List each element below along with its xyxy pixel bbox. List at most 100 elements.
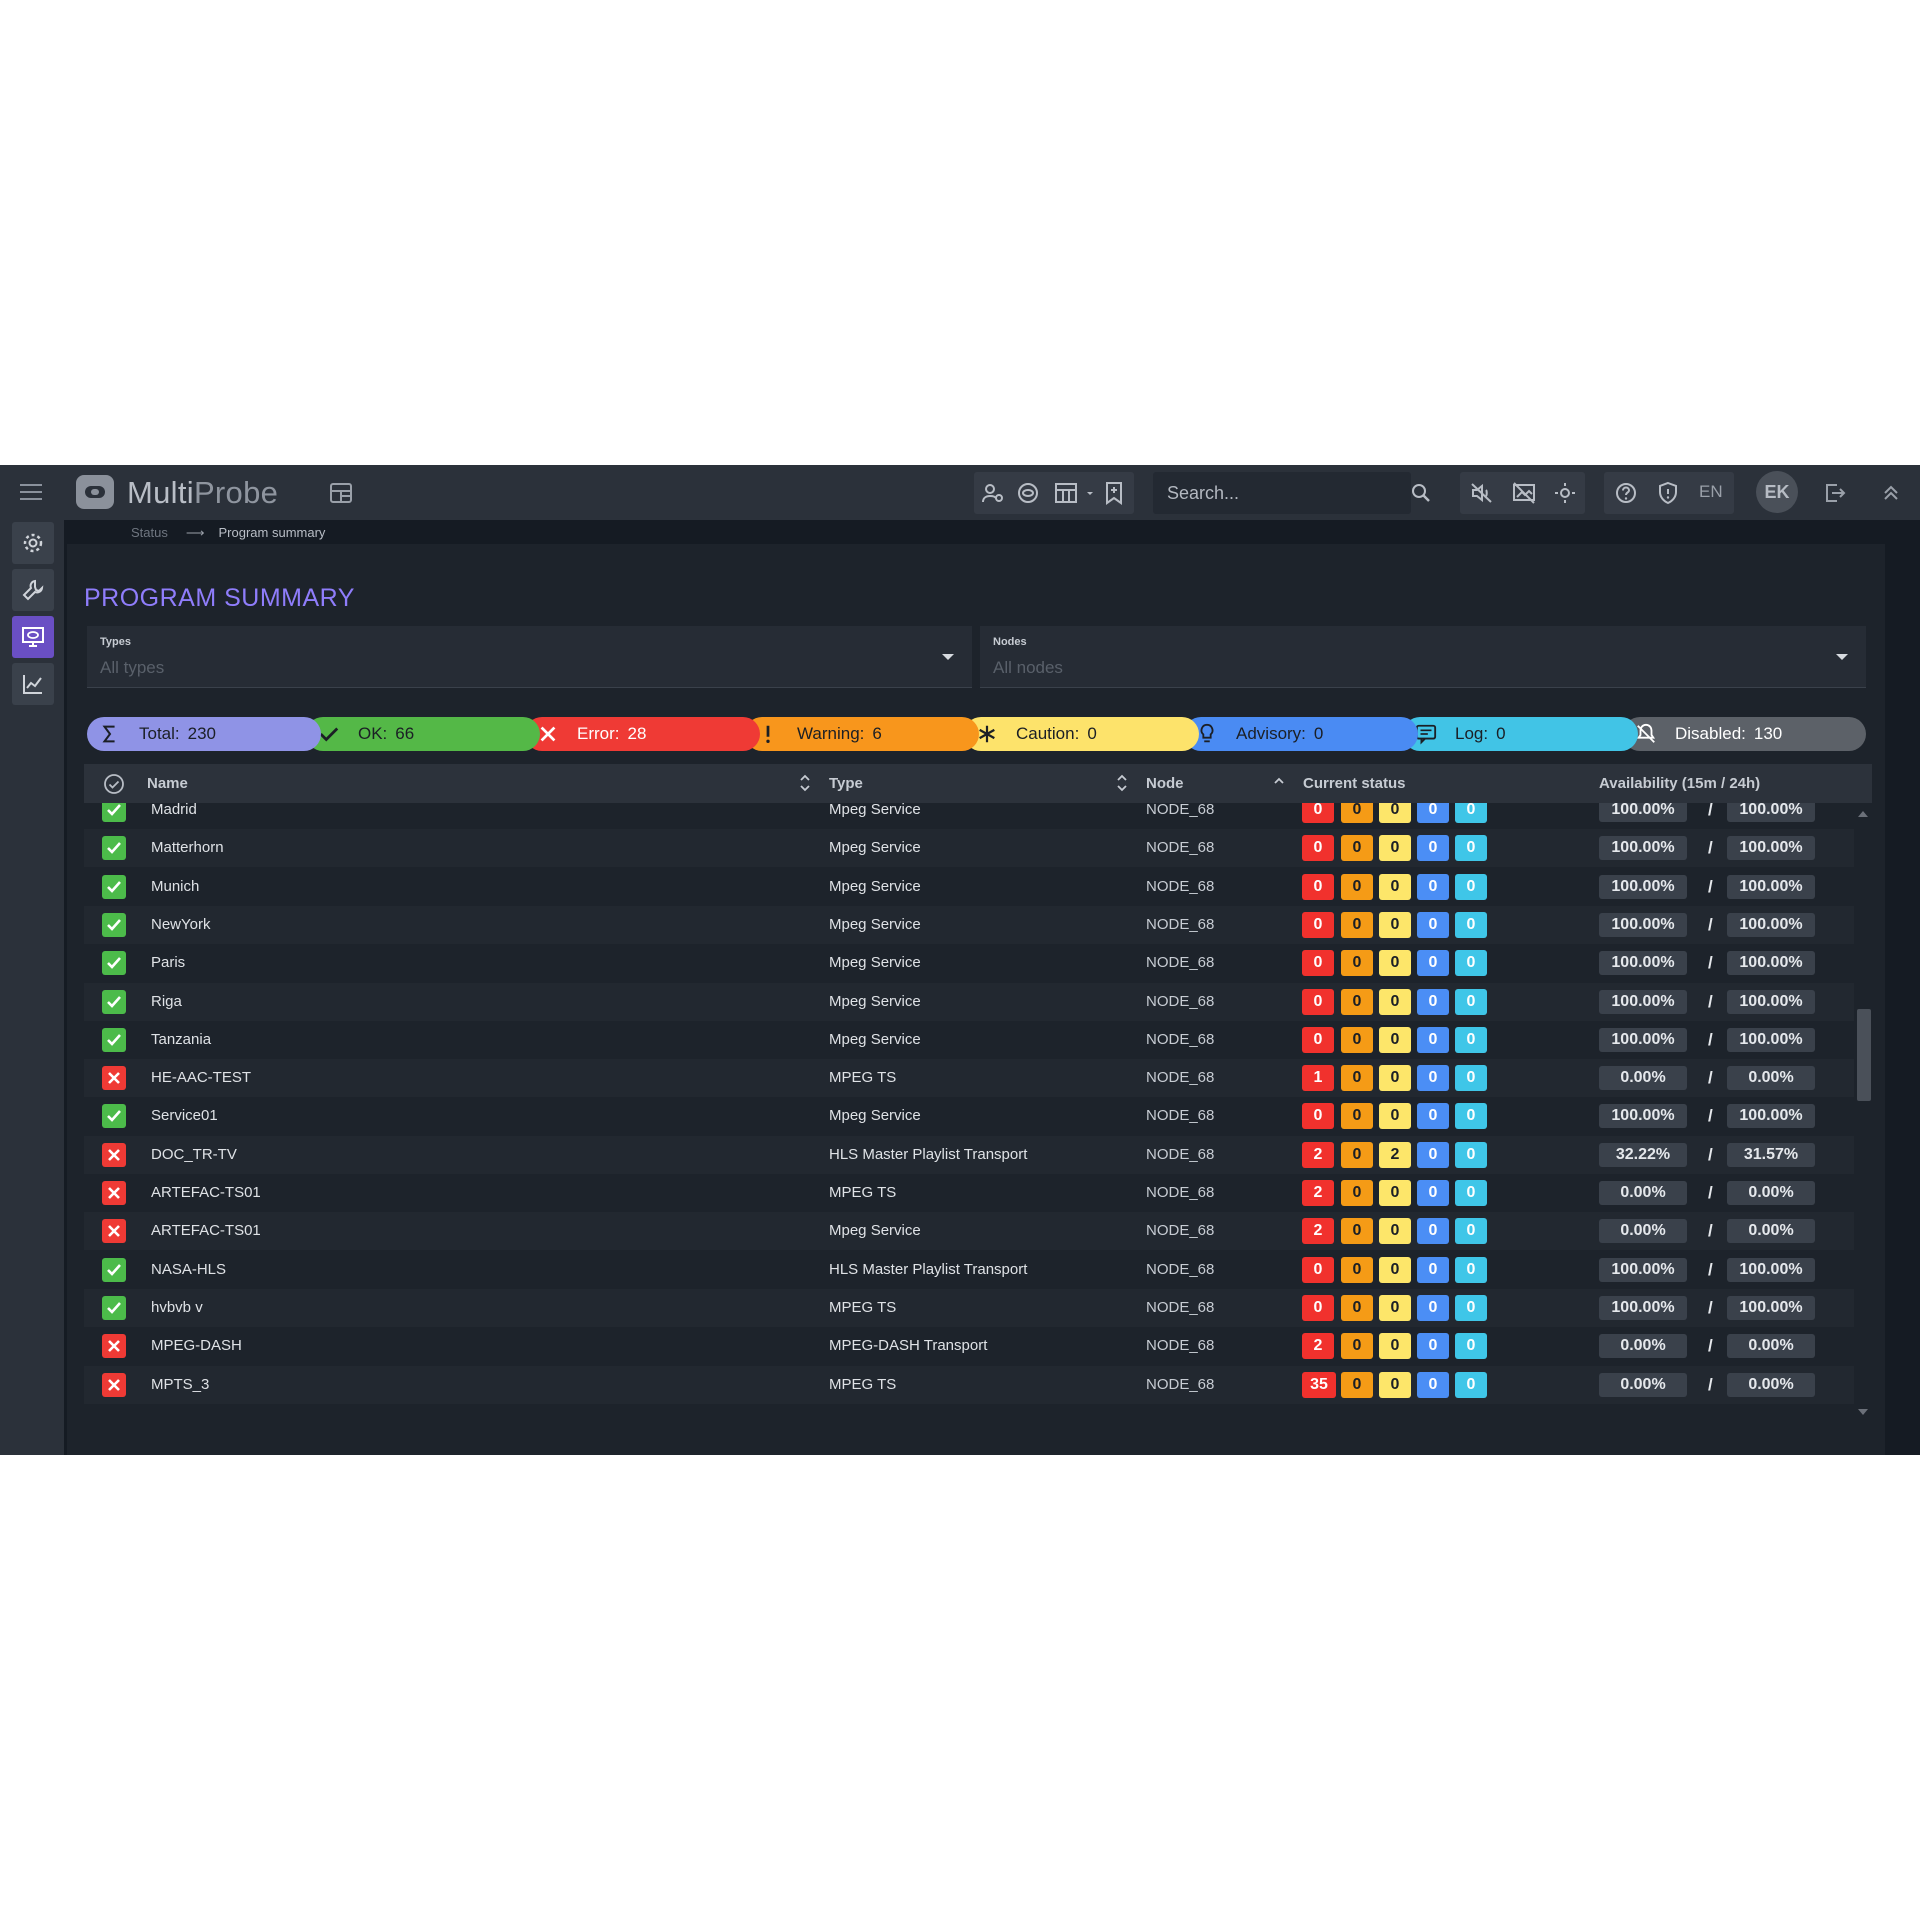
status-count-badge: 35 [1302, 1371, 1336, 1398]
status-ok-check-icon[interactable] [102, 989, 126, 1014]
table-row[interactable]: NASA-HLS HLS Master Playlist Transport NOD… [84, 1251, 1854, 1289]
select-all-check-icon[interactable] [102, 772, 126, 796]
status-error-x-icon[interactable] [102, 1066, 126, 1091]
chevron-double-up-icon[interactable] [1879, 481, 1903, 505]
table-row[interactable]: MPTS_3 MPEG TS NODE_68 35 0 0 0 0 0.00%/0.00% [84, 1365, 1854, 1404]
status-filter-log[interactable]: Log: 0 [1403, 717, 1638, 751]
row-node: NODE_68 [1146, 1030, 1215, 1048]
table-scrollbar[interactable] [1854, 803, 1872, 1424]
availability-separator: / [1708, 1106, 1713, 1126]
sort-node-ascending-icon[interactable] [1272, 772, 1286, 794]
status-count-badge: 0 [1455, 950, 1487, 977]
status-filter-total[interactable]: Total: 230 [87, 717, 321, 751]
status-filter-error[interactable]: Error: 28 [525, 717, 760, 751]
status-error-x-icon[interactable] [102, 1372, 126, 1397]
mute-sound-icon[interactable] [1470, 481, 1494, 505]
table-row[interactable]: DOC_TR-TV HLS Master Playlist Transport NO… [84, 1135, 1854, 1174]
status-label-total: Total: [139, 724, 180, 743]
status-label-ok: OK: [358, 724, 388, 743]
eye-target-icon[interactable] [1016, 481, 1040, 505]
table-row[interactable]: Munich Mpeg Service NODE_68 0 0 0 0 0 100.00%/10… [84, 868, 1854, 906]
status-count-badge: 0 [1417, 1294, 1449, 1321]
brightness-icon[interactable] [1553, 481, 1577, 505]
status-error-x-icon[interactable] [102, 1334, 126, 1359]
status-ok-check-icon[interactable] [102, 1104, 126, 1129]
table-row[interactable]: Service01 Mpeg Service NODE_68 0 0 0 0 0 100.00%… [84, 1097, 1854, 1135]
logout-icon[interactable] [1823, 481, 1847, 505]
table-row[interactable]: MPEG-DASH MPEG-DASH Transport NODE_68 2 0 0 0 0… [84, 1327, 1854, 1365]
language-selector[interactable]: EN [1699, 482, 1723, 502]
status-filter-warning[interactable]: Warning: 6 [745, 717, 979, 751]
status-error-x-icon[interactable] [102, 1181, 126, 1205]
dashboard-icon[interactable] [328, 481, 354, 505]
scroll-up-icon[interactable] [1858, 811, 1868, 817]
bookmark-add-icon[interactable] [1102, 481, 1126, 505]
availability-separator: / [1708, 838, 1713, 858]
search-icon[interactable] [1409, 481, 1433, 505]
status-ok-check-icon[interactable] [102, 803, 126, 822]
types-filter[interactable]: Types All types [87, 626, 972, 688]
user-avatar[interactable]: EK [1756, 471, 1798, 513]
scroll-down-icon[interactable] [1858, 1409, 1868, 1415]
sort-type-icon[interactable] [1115, 772, 1129, 794]
user-settings-icon[interactable] [981, 481, 1005, 505]
row-type: HLS Master Playlist Transport [829, 1145, 1028, 1163]
sidebar-item-monitoring[interactable] [12, 616, 54, 658]
help-icon[interactable] [1614, 481, 1638, 505]
table-row[interactable]: hvbvb v MPEG TS NODE_68 0 0 0 0 0 100.00%/100.00… [84, 1288, 1854, 1327]
status-count-badge: 0 [1417, 1065, 1449, 1092]
table-row[interactable]: NewYork Mpeg Service NODE_68 0 0 0 0 0 100.00%/1… [84, 905, 1854, 944]
row-name: Tanzania [151, 1030, 212, 1048]
status-error-x-icon[interactable] [102, 1219, 126, 1244]
status-count-badge: 0 [1341, 1180, 1373, 1206]
sidebar-item-tools[interactable] [12, 569, 54, 611]
status-filter-ok[interactable]: OK: 66 [306, 717, 540, 751]
hide-alerts-icon[interactable] [1512, 481, 1536, 505]
table-dropdown-caret-icon[interactable] [1078, 481, 1093, 505]
sidebar-item-analytics[interactable] [12, 663, 54, 705]
shield-icon[interactable] [1656, 481, 1680, 505]
availability-15m: 100.00% [1599, 1295, 1687, 1320]
table-row[interactable]: Madrid Mpeg Service NODE_68 0 0 0 0 0 100.00%/10… [84, 803, 1854, 829]
status-error-x-icon[interactable] [102, 1142, 126, 1167]
availability-separator: / [1708, 1297, 1713, 1317]
availability-separator: / [1708, 1029, 1713, 1049]
status-ok-check-icon[interactable] [102, 874, 126, 899]
status-filter-caution[interactable]: Caution: 0 [964, 717, 1199, 751]
status-ok-check-icon[interactable] [102, 1027, 126, 1052]
breadcrumb-parent[interactable]: Status [131, 525, 168, 540]
table-view-icon[interactable] [1054, 481, 1078, 505]
sort-name-icon[interactable] [798, 772, 812, 794]
status-ok-check-icon[interactable] [102, 1295, 126, 1320]
hamburger-menu-icon[interactable] [18, 481, 44, 503]
status-label-caution: Caution: [1016, 724, 1080, 743]
scrollbar-thumb[interactable] [1857, 1009, 1871, 1101]
nodes-filter[interactable]: Nodes All nodes [980, 626, 1866, 688]
column-header-node[interactable]: Node [1146, 775, 1184, 792]
row-type: MPEG TS [829, 1069, 897, 1087]
status-ok-check-icon[interactable] [102, 836, 126, 861]
status-filter-disabled[interactable]: Disabled: 130 [1623, 717, 1866, 751]
table-row[interactable]: ARTEFAC-TS01 Mpeg Service NODE_68 2 0 0 0 0 0.00… [84, 1212, 1854, 1251]
column-header-type[interactable]: Type [829, 775, 863, 792]
table-row[interactable]: Paris Mpeg Service NODE_68 0 0 0 0 0 100.00%/100… [84, 944, 1854, 982]
row-name: HE-AAC-TEST [151, 1069, 252, 1087]
table-row[interactable]: Matterhorn Mpeg Service NODE_68 0 0 0 0 0 100.00… [84, 829, 1854, 868]
status-ok-check-icon[interactable] [102, 951, 126, 976]
table-row[interactable]: Tanzania Mpeg Service NODE_68 0 0 0 0 0 100.00% /… [84, 1021, 1854, 1059]
table-row[interactable]: ARTEFAC-TS01 MPEG TS NODE_68 2 0 0 0 0 0.00%/0.0… [84, 1174, 1854, 1212]
column-header-name[interactable]: Name [147, 775, 188, 792]
status-count-badge: 0 [1341, 1256, 1373, 1283]
table-row[interactable]: Riga Mpeg Service NODE_68 0 0 0 0 0 100.00%/100.… [84, 982, 1854, 1021]
availability-15m: 0.00% [1599, 1372, 1687, 1397]
sidebar-item-settings[interactable] [12, 522, 54, 564]
status-ok-check-icon[interactable] [102, 1257, 126, 1282]
nodes-filter-label: Nodes [993, 636, 1027, 648]
status-filter-advisory[interactable]: Advisory: 0 [1184, 717, 1418, 751]
row-type: Mpeg Service [829, 1030, 921, 1048]
status-ok-check-icon[interactable] [102, 912, 126, 937]
table-row[interactable]: HE-AAC-TEST MPEG TS NODE_68 1 0 0 0 0 0.00%/0.00… [84, 1059, 1854, 1098]
availability-24h: 31.57% [1727, 1142, 1815, 1167]
search-input[interactable] [1167, 480, 1367, 506]
status-count-badge: 0 [1455, 911, 1487, 938]
